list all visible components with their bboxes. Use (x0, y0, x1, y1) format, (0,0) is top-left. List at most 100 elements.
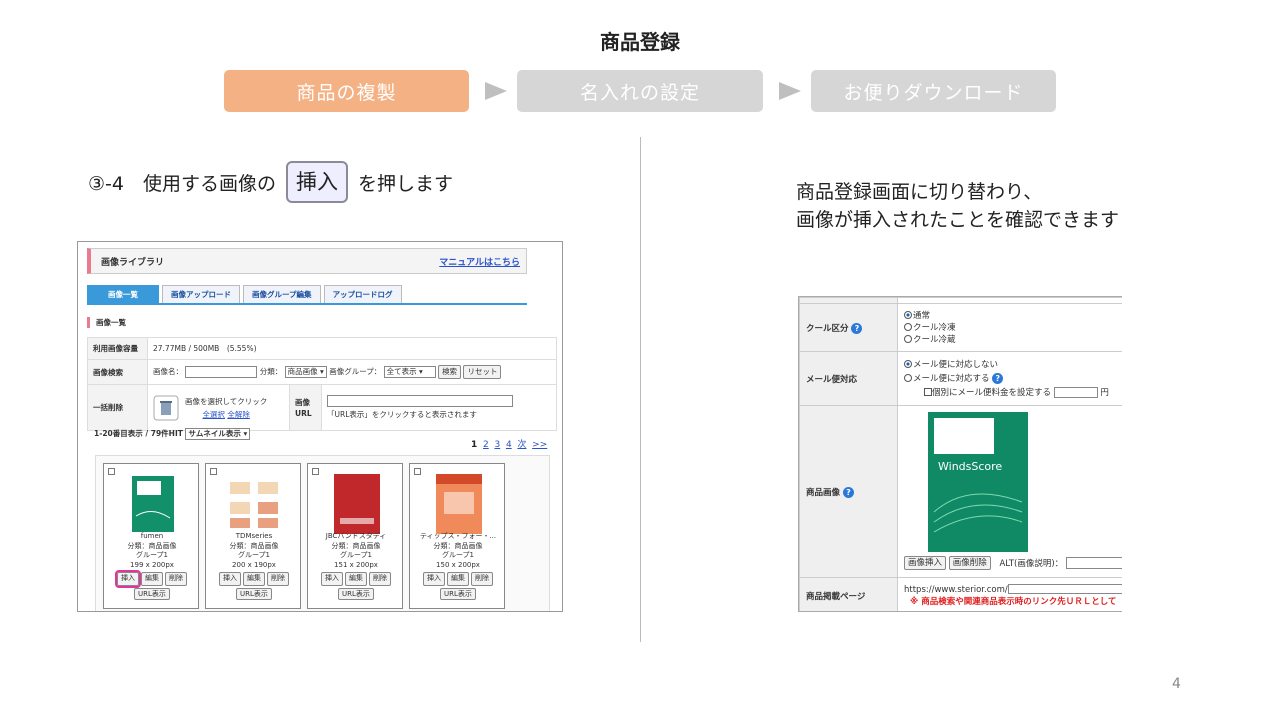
url-show-button[interactable]: URL表示 (338, 588, 374, 600)
divider (640, 137, 641, 642)
bulk-hint: 画像を選択してクリック (185, 396, 268, 406)
mail-fee-input[interactable] (1053, 386, 1098, 398)
product-form-table: クール区分 ? 通常 クール冷凍 クール冷蔵 メール便対応 メール便に対応しない… (799, 297, 1122, 611)
page-url-input[interactable] (1007, 584, 1122, 594)
tab-image-list[interactable]: 画像一覧 (87, 285, 159, 303)
card-size: 199 x 200px (130, 560, 174, 569)
delete-button[interactable]: 削除 (267, 572, 289, 586)
page-last[interactable]: >> (532, 440, 547, 450)
deselect-all-link[interactable]: 全解除 (227, 410, 250, 419)
insert-button[interactable]: 挿入 (219, 572, 241, 586)
hit-count-text: 1-20番目表示 / 79件HIT (94, 429, 183, 438)
insert-chip: 挿入 (285, 161, 348, 203)
card-checkbox[interactable] (414, 468, 421, 475)
radio-mail-on[interactable] (904, 374, 912, 382)
delete-button[interactable]: 削除 (165, 572, 187, 586)
image-card: JBCバンドスタディ 分類：商品画像 グループ1 151 x 200px 挿入 … (307, 463, 403, 609)
section-title: 画像一覧 (87, 317, 126, 328)
thumbnail-image (230, 482, 278, 528)
mail-label: メール便対応 (799, 351, 898, 406)
reset-button[interactable]: リセット (463, 365, 502, 379)
card-checkbox[interactable] (210, 468, 217, 475)
image-card: ティップス・フォー・... 分類：商品画像 グループ1 150 x 200px … (409, 463, 505, 609)
confirm-line1: 商品登録画面に切り替わり、 (796, 181, 1043, 203)
card-checkbox[interactable] (108, 468, 115, 475)
radio-cool-normal[interactable] (904, 311, 912, 319)
url-field[interactable] (327, 395, 513, 407)
edit-button[interactable]: 編集 (447, 572, 469, 586)
group-select[interactable]: 全て表示 ▾ (383, 366, 436, 378)
mail-fee-label: 個別にメール便料金を設定する (932, 387, 1052, 398)
thumbnail-grid: fumen 分類：商品画像 グループ1 199 x 200px 挿入 編集 削除… (95, 455, 550, 611)
card-size: 200 x 190px (232, 560, 276, 569)
search-button[interactable]: 検索 (438, 365, 462, 379)
insert-button[interactable]: 挿入 (423, 572, 445, 586)
alt-input[interactable] (1065, 557, 1122, 569)
radio-mail-off[interactable] (904, 360, 912, 368)
image-insert-button[interactable]: 画像挿入 (904, 556, 947, 570)
card-size: 150 x 200px (436, 560, 480, 569)
library-title: 画像ライブラリ (101, 257, 165, 268)
product-image: WindsScore (928, 412, 1028, 552)
view-mode-select[interactable]: サムネイル表示 ▾ (185, 428, 251, 440)
yen-label: 円 (1100, 387, 1109, 398)
library-table: 利用画像容量 27.77MB / 500MB (5.55%) 画像検索 画像名：… (87, 337, 557, 431)
edit-button[interactable]: 編集 (243, 572, 265, 586)
cool-option-label: クール冷凍 (913, 322, 956, 333)
mail-fee-checkbox[interactable] (924, 388, 932, 396)
url-label-1: 画像 (295, 397, 310, 407)
url-hint: 「URL表示」をクリックすると表示されます (327, 410, 477, 419)
card-checkbox[interactable] (312, 468, 319, 475)
group-select-value: 全て表示 (386, 367, 417, 376)
trash-icon[interactable] (153, 395, 179, 421)
delete-button[interactable]: 削除 (369, 572, 391, 586)
card-category: 分類：商品画像 (229, 541, 279, 550)
card-group: グループ1 (339, 551, 373, 559)
tab-upload-log[interactable]: アップロードログ (323, 285, 402, 303)
card-name: TDMseries (235, 532, 273, 540)
instruction: ③-4 使用する画像の 挿入 を押します (88, 160, 453, 204)
url-show-button[interactable]: URL表示 (134, 588, 170, 600)
help-icon[interactable]: ? (992, 372, 1004, 384)
pagination: 1 2 3 4 次 >> (471, 437, 547, 450)
cool-label: クール区分 (806, 323, 849, 334)
tab-image-upload[interactable]: 画像アップロード (162, 285, 240, 303)
category-select[interactable]: 商品画像 ▾ (284, 366, 327, 378)
radio-cool-frozen[interactable] (904, 323, 912, 331)
page-1: 1 (471, 440, 478, 450)
delete-button[interactable]: 削除 (471, 572, 493, 586)
image-library-screenshot: 画像ライブラリ マニュアルはこちら 画像一覧 画像アップロード 画像グループ編集… (77, 241, 563, 612)
usage-value: 27.77MB / 500MB (5.55%) (147, 337, 557, 360)
cool-option-label: クール冷蔵 (913, 334, 956, 345)
page-number: 4 (1172, 676, 1181, 692)
url-show-button[interactable]: URL表示 (236, 588, 272, 600)
view-mode-value: サムネイル表示 (188, 429, 241, 438)
help-icon[interactable]: ? (851, 322, 863, 334)
page-label: 商品掲載ページ (799, 577, 898, 611)
select-all-link[interactable]: 全選択 (202, 410, 225, 419)
card-name: fumen (140, 532, 164, 540)
page-2[interactable]: 2 (483, 440, 489, 450)
image-delete-button[interactable]: 画像削除 (948, 556, 991, 570)
image-card: fumen 分類：商品画像 グループ1 199 x 200px 挿入 編集 削除… (103, 463, 199, 609)
page-4[interactable]: 4 (506, 440, 512, 450)
edit-button[interactable]: 編集 (141, 572, 163, 586)
mail-option-label: メール便に対応しない (913, 359, 999, 370)
page-next[interactable]: 次 (517, 440, 526, 450)
page-3[interactable]: 3 (494, 440, 500, 450)
url-show-button[interactable]: URL表示 (440, 588, 476, 600)
help-icon[interactable]: ? (842, 486, 854, 498)
edit-button[interactable]: 編集 (345, 572, 367, 586)
radio-cool-chilled[interactable] (904, 335, 912, 343)
card-category: 分類：商品画像 (127, 541, 177, 550)
search-name-input[interactable] (185, 366, 258, 378)
insert-button[interactable]: 挿入 (115, 570, 141, 588)
hit-count: 1-20番目表示 / 79件HIT サムネイル表示 ▾ (94, 428, 251, 440)
card-category: 分類：商品画像 (331, 541, 381, 550)
insert-button[interactable]: 挿入 (321, 572, 343, 586)
step-name-setting: 名入れの設定 (517, 70, 763, 112)
step-arrow-icon (485, 82, 507, 100)
tab-group-edit[interactable]: 画像グループ編集 (243, 285, 321, 303)
manual-link[interactable]: マニュアルはこちら (439, 255, 520, 268)
bulk-delete-label: 一括削除 (87, 384, 148, 431)
